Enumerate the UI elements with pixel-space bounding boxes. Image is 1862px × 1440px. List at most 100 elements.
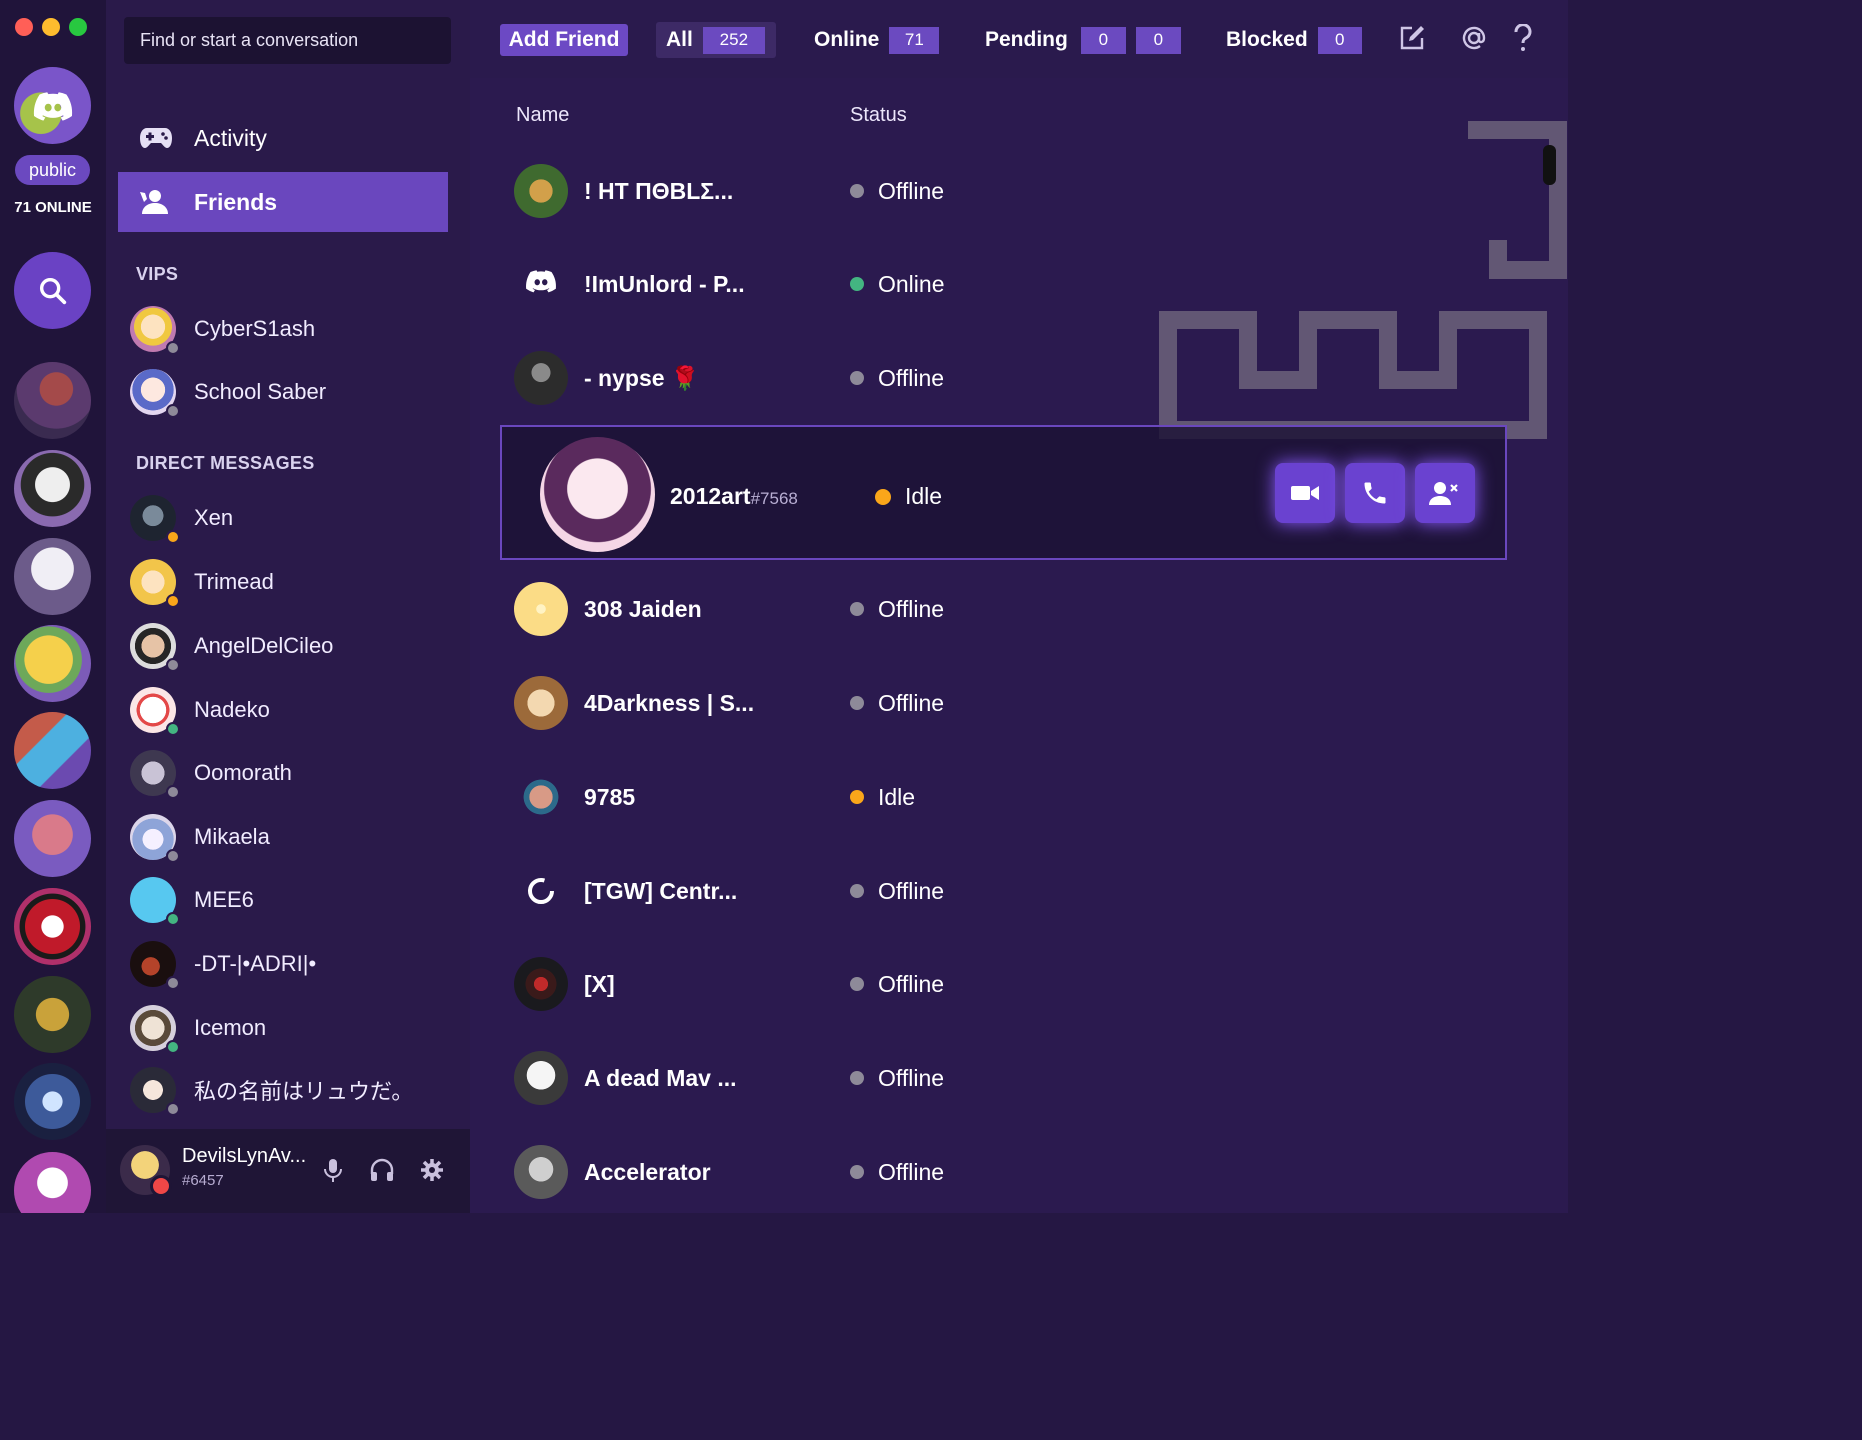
status-text: Online bbox=[878, 270, 945, 297]
avatar bbox=[514, 864, 568, 918]
status-text: Offline bbox=[878, 689, 945, 716]
online-count-badge: 71 bbox=[889, 26, 940, 54]
phone-icon bbox=[1364, 482, 1386, 504]
server-icon[interactable] bbox=[14, 1063, 91, 1140]
server-icon[interactable] bbox=[14, 976, 91, 1053]
microphone-icon[interactable] bbox=[321, 1157, 345, 1183]
help-icon[interactable] bbox=[1512, 24, 1534, 52]
dm-sidebar: Find or start a conversation Activity Fr… bbox=[106, 0, 470, 1213]
friend-name: [X] bbox=[584, 970, 615, 997]
server-icon[interactable] bbox=[14, 450, 91, 527]
server-icon[interactable] bbox=[14, 888, 91, 965]
tab-all[interactable]: All 252 bbox=[656, 22, 776, 58]
mentions-icon[interactable] bbox=[1460, 24, 1488, 52]
status-dot bbox=[850, 1071, 864, 1085]
dm-item[interactable]: Trimead bbox=[130, 554, 274, 610]
friend-row[interactable]: 4Darkness | S... Offline bbox=[514, 673, 1514, 733]
nav-activity[interactable]: Activity bbox=[118, 108, 448, 168]
server-icon[interactable] bbox=[14, 362, 91, 439]
tab-online[interactable]: Online 71 bbox=[814, 22, 940, 58]
nav-friends[interactable]: Friends bbox=[118, 172, 448, 232]
window-controls bbox=[15, 18, 87, 36]
dm-item[interactable]: Mikaela bbox=[130, 809, 270, 865]
avatar bbox=[514, 582, 568, 636]
status-text: Offline bbox=[878, 970, 945, 997]
status-dot bbox=[166, 976, 180, 990]
avatar bbox=[514, 770, 568, 824]
friend-row[interactable]: ! ΗΤ ΠΘΒLΣ... Offline bbox=[514, 161, 1514, 221]
friend-row[interactable]: 308 Jaiden Offline bbox=[514, 579, 1514, 639]
dm-item[interactable]: -DT-|•ADRI|• bbox=[130, 936, 316, 992]
friend-row[interactable]: Accelerator Offline bbox=[514, 1142, 1514, 1202]
remove-friend-icon bbox=[1429, 482, 1458, 505]
add-friend-button[interactable]: Add Friend bbox=[500, 24, 628, 56]
friend-row-selected[interactable]: 2012art#7568 Idle bbox=[500, 425, 1507, 560]
status-dot bbox=[850, 884, 864, 898]
dm-item[interactable]: MEE6 bbox=[130, 872, 254, 928]
server-icon[interactable] bbox=[14, 625, 91, 702]
nav-activity-label: Activity bbox=[194, 124, 267, 151]
column-header-name[interactable]: Name bbox=[516, 104, 569, 127]
vip-item[interactable]: School Saber bbox=[130, 364, 326, 420]
friend-row[interactable]: 9785 Idle bbox=[514, 767, 1514, 827]
tab-online-label: Online bbox=[814, 28, 880, 51]
dm-item[interactable]: 私の名前はリュウだ。 bbox=[130, 1062, 413, 1118]
voice-call-button[interactable] bbox=[1345, 463, 1405, 523]
vip-name: School Saber bbox=[194, 379, 327, 404]
dm-name: Icemon bbox=[194, 1015, 267, 1040]
minimize-window-button[interactable] bbox=[42, 18, 60, 36]
status-dot bbox=[850, 184, 864, 198]
dm-item[interactable]: AngelDelCileo bbox=[130, 618, 333, 674]
friends-toolbar: Add Friend All 252 Online 71 Pending 0 0… bbox=[470, 0, 1568, 78]
status-text: Idle bbox=[905, 483, 943, 509]
friend-row[interactable]: [TGW] Centr... Offline bbox=[514, 861, 1514, 921]
user-name: DevilsLynAv... bbox=[182, 1145, 307, 1167]
gear-icon[interactable] bbox=[419, 1157, 445, 1183]
dm-item[interactable]: Icemon bbox=[130, 1000, 266, 1056]
friend-status: Offline bbox=[850, 690, 944, 717]
avatar bbox=[130, 495, 180, 544]
server-icon[interactable] bbox=[14, 712, 91, 789]
status-text: Offline bbox=[878, 177, 945, 204]
server-icon[interactable] bbox=[14, 800, 91, 877]
maximize-window-button[interactable] bbox=[69, 18, 87, 36]
friend-row[interactable]: - nypse 🌹 Offline bbox=[514, 348, 1514, 408]
user-controls bbox=[321, 1157, 445, 1183]
friend-row[interactable]: A dead Mav ... Offline bbox=[514, 1048, 1514, 1108]
server-icon[interactable] bbox=[14, 1152, 91, 1213]
remove-friend-button[interactable] bbox=[1415, 463, 1475, 523]
friend-name: - nypse 🌹 bbox=[584, 364, 700, 391]
status-dot bbox=[166, 1102, 180, 1116]
dm-item[interactable]: Oomorath bbox=[130, 745, 292, 801]
dm-item[interactable]: Xen bbox=[130, 490, 233, 546]
close-window-button[interactable] bbox=[15, 18, 33, 36]
status-dot bbox=[850, 696, 864, 710]
status-dot bbox=[166, 341, 180, 355]
server-icon[interactable] bbox=[14, 538, 91, 615]
tab-pending[interactable]: Pending 0 0 bbox=[985, 22, 1181, 58]
scrollbar-thumb[interactable] bbox=[1543, 145, 1556, 185]
status-text: Offline bbox=[878, 364, 945, 391]
column-header-status[interactable]: Status bbox=[850, 104, 907, 127]
dm-item[interactable]: Nadeko bbox=[130, 682, 270, 738]
home-button[interactable] bbox=[14, 67, 91, 144]
server-rail: public 71 ONLINE bbox=[0, 0, 106, 1213]
headphones-icon[interactable] bbox=[369, 1157, 395, 1183]
search-input[interactable]: Find or start a conversation bbox=[124, 17, 451, 64]
tab-blocked[interactable]: Blocked 0 bbox=[1226, 22, 1362, 58]
avatar bbox=[514, 676, 568, 730]
direct-messages-heading: DIRECT MESSAGES bbox=[136, 453, 315, 473]
video-call-button[interactable] bbox=[1275, 463, 1335, 523]
friend-row[interactable]: [X] Offline bbox=[514, 954, 1514, 1014]
status-dot bbox=[166, 912, 180, 926]
avatar bbox=[540, 437, 655, 552]
tab-pending-label: Pending bbox=[985, 28, 1068, 51]
status-text: Offline bbox=[878, 1064, 945, 1091]
friend-status: Offline bbox=[850, 178, 944, 205]
new-dm-icon[interactable] bbox=[1398, 24, 1426, 52]
friend-row[interactable]: !ImUnlord - P... Online bbox=[514, 254, 1514, 314]
dm-name: -DT-|•ADRI|• bbox=[194, 951, 317, 976]
discord-default-avatar-icon bbox=[526, 270, 556, 293]
vip-item[interactable]: CyberS1ash bbox=[130, 301, 315, 357]
server-search-button[interactable] bbox=[14, 252, 91, 329]
